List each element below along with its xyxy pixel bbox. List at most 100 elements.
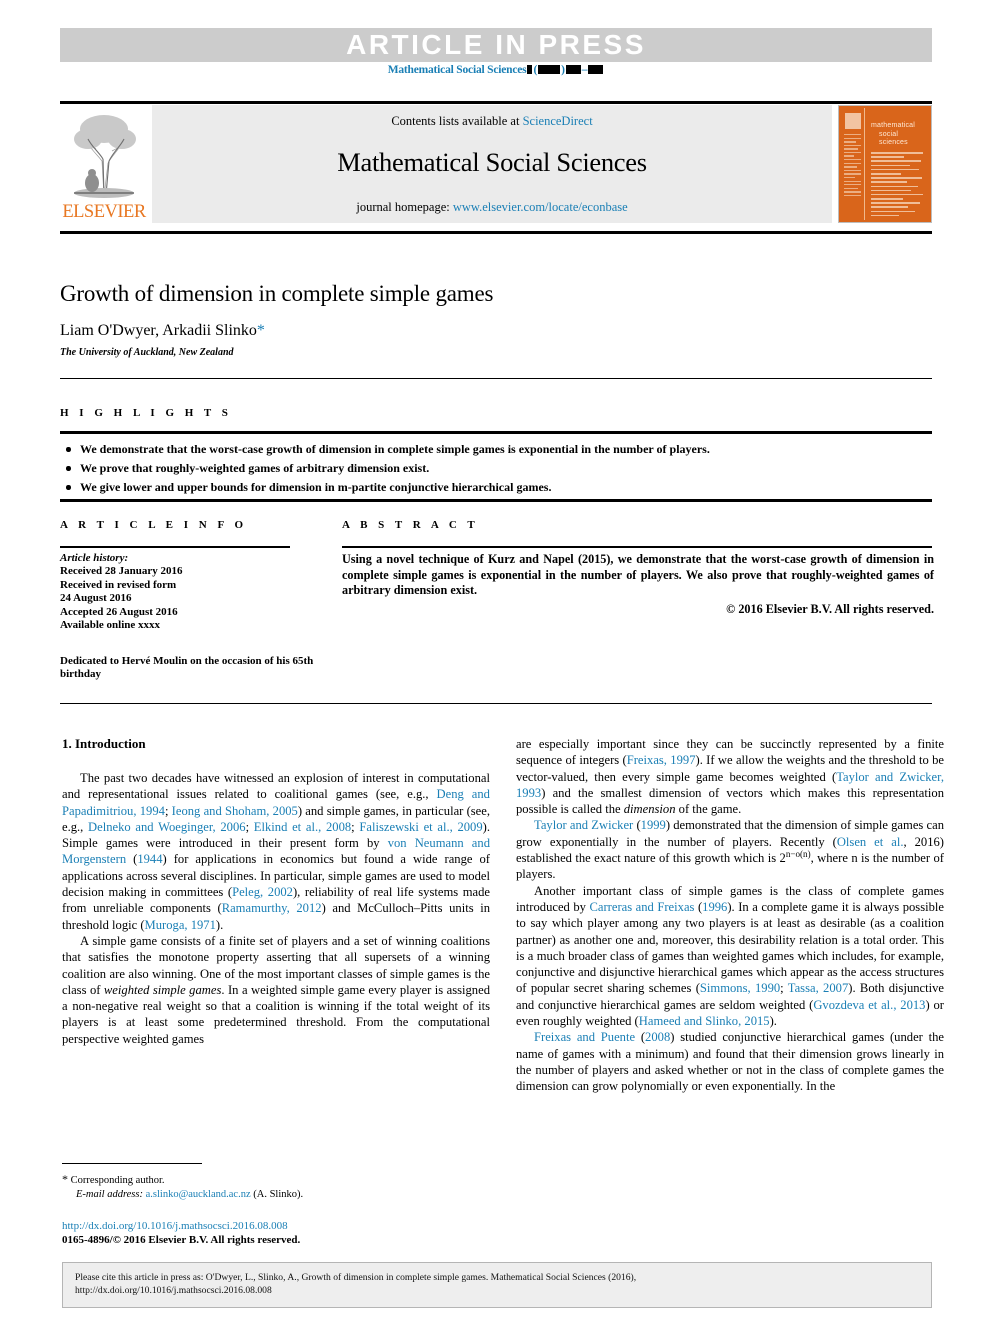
text-run: ; xyxy=(164,803,172,818)
citation-link[interactable]: 1944 xyxy=(137,852,162,866)
article-history-item: Available online xxxx xyxy=(60,619,161,632)
journal-cover-thumbnail[interactable]: mathematical social sciences xyxy=(838,105,932,223)
emphasis-term: weighted simple games xyxy=(103,982,222,997)
text-run: ( xyxy=(694,899,703,914)
body-column-left: The past two decades have witnessed an e… xyxy=(62,770,490,1047)
cite-line-2: http://dx.doi.org/10.1016/j.mathsocsci.2… xyxy=(75,1285,272,1296)
page-start-placeholder-block xyxy=(565,65,581,74)
text-run: ; xyxy=(245,819,254,834)
article-history-label: Article history: xyxy=(60,552,129,564)
citation-link[interactable]: 1999 xyxy=(641,818,666,832)
citation-link[interactable]: Freixas and Puente xyxy=(534,1030,635,1044)
text-run: The past two decades have witnessed an e… xyxy=(62,771,490,802)
citation-link[interactable]: Gvozdeva et al., 2013 xyxy=(813,998,925,1012)
citation-link[interactable]: Muroga, 1971 xyxy=(145,918,216,932)
author-names: Liam O'Dwyer, Arkadii Slinko xyxy=(60,322,257,339)
email-owner: (A. Slinko). xyxy=(253,1189,304,1200)
cover-elsevier-mark xyxy=(845,113,861,129)
citation-link[interactable]: Peleg, 2002 xyxy=(232,885,293,899)
text-run: of the game. xyxy=(675,802,742,817)
cover-title-line3: sciences xyxy=(879,139,908,146)
highlights-bottom-rule xyxy=(60,499,932,502)
article-history: Article history: Received 28 January 201… xyxy=(60,552,310,632)
author-list: Liam O'Dwyer, Arkadii Slinko* xyxy=(60,322,820,340)
footnote-block: * Corresponding author. E-mail address: … xyxy=(62,1172,492,1202)
affiliation: The University of Auckland, New Zealand xyxy=(60,347,234,358)
article-in-press-banner: ARTICLE IN PRESS xyxy=(60,28,932,62)
citation-link[interactable]: Freixas, 1997 xyxy=(627,753,696,767)
masthead-center: Contents lists available at ScienceDirec… xyxy=(152,105,832,223)
section-number: 1. xyxy=(62,736,72,751)
citation-link[interactable]: Olsen et al. xyxy=(837,835,904,849)
corresponding-author-text: Corresponding author. xyxy=(70,1175,165,1186)
paragraph: A simple game consists of a finite set o… xyxy=(62,933,490,1047)
paragraph: Freixas and Puente (2008) studied conjun… xyxy=(516,1029,944,1094)
text-run: ( xyxy=(633,818,641,833)
article-history-item: Received 28 January 2016 xyxy=(60,565,183,578)
volume-placeholder-block xyxy=(527,65,533,74)
list-item: We demonstrate that the worst-case growt… xyxy=(64,441,934,458)
citation-link[interactable]: Delneko and Woeginger, 2006 xyxy=(88,820,246,834)
cover-spine xyxy=(841,108,865,220)
highlights-list: We demonstrate that the worst-case growt… xyxy=(64,441,934,498)
abstract-heading: A B S T R A C T xyxy=(342,519,479,531)
highlights-heading: H I G H L I G H T S xyxy=(60,407,232,419)
dedication: Dedicated to Hervé Moulin on the occasio… xyxy=(60,655,314,681)
body-column-right: are especially important since they can … xyxy=(516,736,944,1095)
citation-link[interactable]: Tassa, 2007 xyxy=(788,981,848,995)
citation-link[interactable]: Taylor and Zwicker xyxy=(534,818,633,832)
text-run: ; xyxy=(780,981,788,996)
title-bottom-rule xyxy=(60,378,932,379)
citation-link[interactable]: Carreras and Freixas xyxy=(589,900,694,914)
citation-link[interactable]: Ramamurthy, 2012 xyxy=(222,901,322,915)
journal-masthead: ELSEVIER Contents lists available at Sci… xyxy=(60,103,932,228)
cover-title-line2: social xyxy=(879,130,899,138)
journal-homepage-line: journal homepage: www.elsevier.com/locat… xyxy=(356,200,627,215)
section-title: Introduction xyxy=(75,736,146,751)
paragraph: The past two decades have witnessed an e… xyxy=(62,770,490,933)
journal-homepage-link[interactable]: www.elsevier.com/locate/econbase xyxy=(453,200,628,214)
email-note: E-mail address: a.slinko@auckland.ac.nz … xyxy=(62,1188,492,1202)
paragraph: Another important class of simple games … xyxy=(516,883,944,1030)
citation-link[interactable]: Simmons, 1990 xyxy=(700,981,780,995)
article-in-press-label: ARTICLE IN PRESS xyxy=(346,29,646,60)
elsevier-logo: ELSEVIER xyxy=(60,103,148,225)
text-run: ). xyxy=(769,1014,777,1029)
homepage-prefix: journal homepage: xyxy=(356,200,453,214)
page-end-placeholder-block xyxy=(588,65,604,74)
sciencedirect-link[interactable]: ScienceDirect xyxy=(523,114,593,128)
elsevier-tree-svg xyxy=(66,109,142,201)
highlights-top-rule xyxy=(60,431,932,434)
masthead-bottom-rule xyxy=(60,231,932,234)
cover-front: mathematical social sciences xyxy=(867,108,929,220)
math-superscript: n−o(n) xyxy=(785,848,811,859)
corresponding-author-note: * Corresponding author. xyxy=(62,1172,492,1188)
citation-link[interactable]: Hameed and Slinko, 2015 xyxy=(639,1014,770,1028)
article-info-rule xyxy=(60,546,290,548)
emphasis-term: dimension xyxy=(623,802,676,817)
cite-this-article-box: Please cite this article in press as: O'… xyxy=(62,1262,932,1308)
copyright-line: © 2016 Elsevier B.V. All rights reserved… xyxy=(726,602,934,616)
section-heading-introduction: 1. Introduction xyxy=(62,736,146,752)
abstract-rule xyxy=(342,546,932,548)
contents-available-line: Contents lists available at ScienceDirec… xyxy=(391,114,592,129)
cite-line-1: Please cite this article in press as: O'… xyxy=(75,1272,637,1283)
doi-block: http://dx.doi.org/10.1016/j.mathsocsci.2… xyxy=(62,1219,492,1247)
text-run: ( xyxy=(635,1030,646,1045)
cover-title-line1: mathematical xyxy=(871,122,916,129)
contents-prefix: Contents lists available at xyxy=(391,114,523,128)
running-head: Mathematical Social Sciences() – xyxy=(0,64,992,76)
citation-link[interactable]: Ieong and Shoham, 2005 xyxy=(172,804,298,818)
paragraph: Taylor and Zwicker (1999) demonstrated t… xyxy=(516,817,944,882)
elsevier-wordmark: ELSEVIER xyxy=(62,202,146,222)
citation-link[interactable]: Elkind et al., 2008 xyxy=(254,820,351,834)
citation-link[interactable]: 2008 xyxy=(645,1030,670,1044)
abstract-text: Using a novel technique of Kurz and Nape… xyxy=(342,552,934,598)
email-link[interactable]: a.slinko@auckland.ac.nz xyxy=(146,1189,251,1200)
citation-link[interactable]: 1996 xyxy=(702,900,727,914)
list-item: We give lower and upper bounds for dimen… xyxy=(64,479,934,496)
citation-link[interactable]: Faliszewski et al., 2009 xyxy=(359,820,482,834)
doi-link[interactable]: http://dx.doi.org/10.1016/j.mathsocsci.2… xyxy=(62,1220,288,1232)
year-placeholder-block xyxy=(538,65,561,74)
article-history-item: Received in revised form xyxy=(60,578,177,591)
